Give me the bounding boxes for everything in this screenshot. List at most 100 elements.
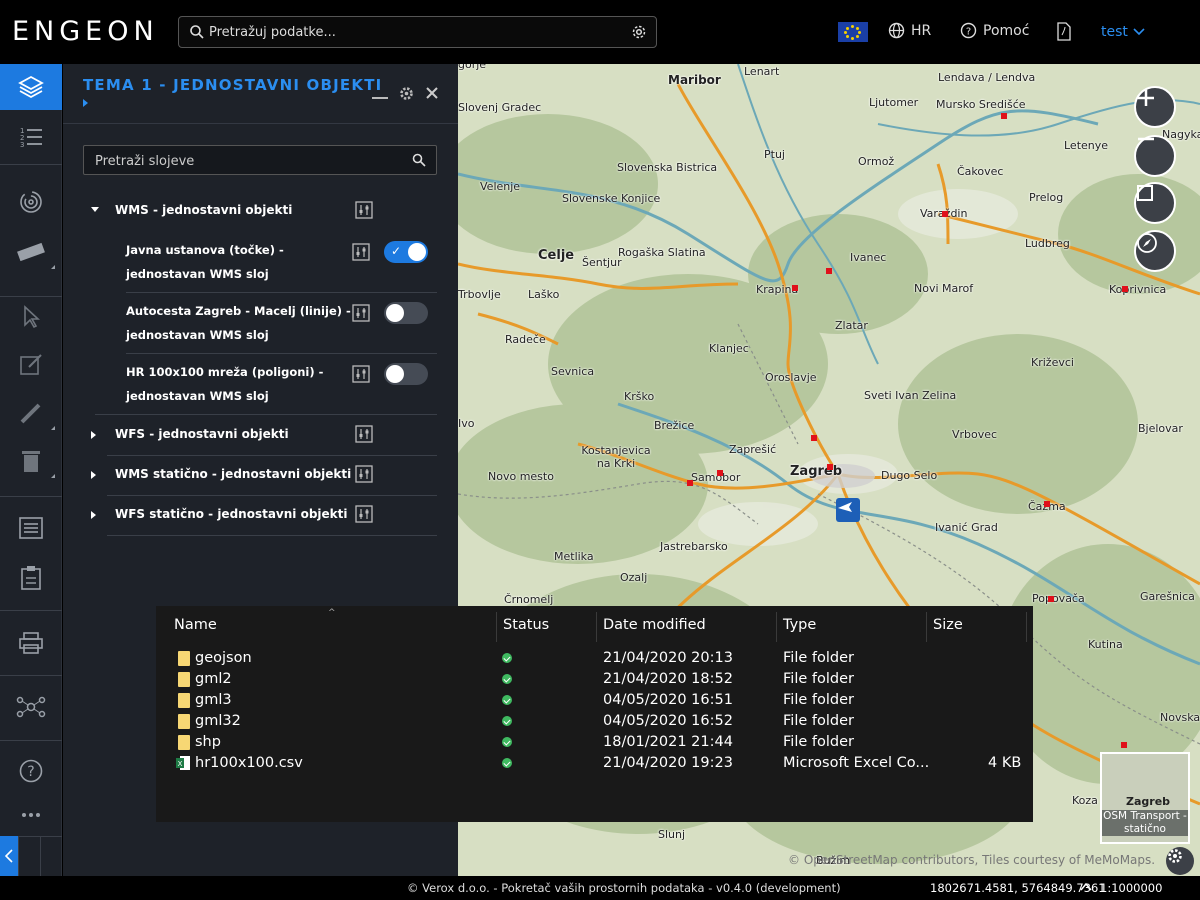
map-place-label: Samobor [691, 471, 741, 484]
layer-visibility-toggle[interactable] [384, 302, 428, 324]
measure-tool-button[interactable] [0, 229, 62, 275]
column-separator[interactable] [1026, 612, 1027, 642]
map-settings-button[interactable] [1166, 847, 1194, 875]
global-search-input[interactable]: Pretražuj podatke... [178, 16, 657, 48]
panel-expand-caret-icon[interactable] [83, 99, 88, 107]
legend-list-tool-button[interactable]: 123 [0, 114, 62, 160]
layer-settings-tune-icon[interactable] [352, 365, 370, 383]
app-logo[interactable]: ENGEON [12, 16, 159, 47]
layer-visibility-toggle[interactable]: ✓ [384, 241, 428, 263]
map-poi-marker[interactable] [1122, 286, 1128, 292]
column-header-date-modified[interactable]: Date modified [603, 617, 706, 633]
column-header-name[interactable]: Name [174, 617, 217, 633]
sort-ascending-icon: ^ [328, 608, 336, 618]
minimize-icon[interactable] [372, 96, 388, 100]
file-row[interactable]: geojson 21/04/2020 20:13 File folder [156, 648, 1033, 669]
map-poi-marker[interactable] [811, 435, 817, 441]
excel-file-icon: X [176, 756, 190, 770]
map-poi-marker[interactable] [792, 285, 798, 291]
panel-settings-gear-icon[interactable] [399, 86, 414, 101]
folder-icon [178, 672, 190, 687]
user-menu[interactable]: test [1101, 24, 1145, 40]
layer-settings-tune-icon[interactable] [355, 201, 373, 219]
file-row[interactable]: gml3 04/05/2020 16:51 File folder [156, 690, 1033, 711]
file-explorer-window[interactable]: ^ Name Status Date modified Type Size ge… [156, 606, 1033, 822]
sublayer-row[interactable]: Javna ustanova (točke) - jednostavan WMS… [126, 238, 437, 288]
map-poi-marker[interactable] [1121, 742, 1127, 748]
layer-group-wms[interactable]: WMS - jednostavni objekti [91, 191, 437, 231]
user-name: test [1101, 24, 1128, 40]
layer-settings-tune-icon[interactable] [355, 425, 373, 443]
column-separator[interactable] [596, 612, 597, 642]
airport-icon[interactable] [836, 498, 860, 522]
close-icon[interactable] [426, 87, 438, 99]
layer-group-wfs[interactable]: WFS - jednostavni objekti [91, 415, 437, 455]
more-tools-button[interactable] [0, 792, 62, 838]
attribute-table-tool-button[interactable] [0, 505, 62, 551]
plus-icon [1138, 90, 1154, 106]
print-tool-button[interactable] [0, 620, 62, 666]
layer-group-wms-static[interactable]: WMS statično - jednostavni objekti [91, 455, 437, 495]
caret-right-icon[interactable] [91, 431, 97, 439]
layer-visibility-toggle[interactable] [384, 363, 428, 385]
caret-down-icon[interactable] [91, 207, 99, 213]
map-scale[interactable]: 1:1000000 [1100, 881, 1162, 895]
caret-right-icon[interactable] [91, 511, 97, 519]
column-separator[interactable] [776, 612, 777, 642]
column-header-size[interactable]: Size [933, 617, 963, 633]
map-poi-marker[interactable] [1001, 113, 1007, 119]
map-poi-marker[interactable] [942, 211, 948, 217]
map-poi-marker[interactable] [1048, 596, 1054, 602]
map-poi-marker[interactable] [687, 480, 693, 486]
map-poi-marker[interactable] [1044, 501, 1050, 507]
file-row[interactable]: gml32 04/05/2020 16:52 File folder [156, 711, 1033, 732]
compass-button[interactable] [1134, 230, 1176, 272]
map-poi-marker[interactable] [827, 464, 833, 470]
layer-group-wfs-static[interactable]: WFS statično - jednostavni objekti [91, 495, 437, 535]
help-tool-button[interactable]: ? [0, 748, 62, 794]
zoom-extent-button[interactable] [1134, 182, 1176, 224]
file-row[interactable]: shp 18/01/2021 21:44 File folder [156, 732, 1033, 753]
map-place-label: Novi Marof [914, 282, 974, 295]
language-selector[interactable]: HR [888, 22, 931, 39]
pdf-document-icon[interactable] [1056, 22, 1072, 41]
map-poi-marker[interactable] [826, 268, 832, 274]
chevron-up-icon[interactable] [1080, 880, 1092, 894]
sublayer-row[interactable]: HR 100x100 mreža (poligoni) - jednostava… [126, 360, 437, 410]
edit-tool-button[interactable] [0, 342, 62, 388]
file-date: 21/04/2020 20:13 [603, 650, 733, 666]
layer-search-input[interactable]: Pretraži slojeve [83, 145, 437, 175]
help-button[interactable]: ? Pomoć [960, 22, 1029, 39]
layer-settings-tune-icon[interactable] [352, 243, 370, 261]
column-separator[interactable] [926, 612, 927, 642]
column-separator[interactable] [496, 612, 497, 642]
file-row[interactable]: X hr100x100.csv 21/04/2020 19:23 Microso… [156, 753, 1033, 774]
fingerprint-tool-button[interactable] [0, 179, 62, 225]
zoom-in-button[interactable] [1134, 86, 1176, 128]
map-attribution[interactable]: © OpenStreetMap contributors, Tiles cour… [788, 853, 1155, 867]
column-header-status[interactable]: Status [503, 617, 549, 633]
network-tool-button[interactable] [0, 684, 62, 730]
basemap-switcher[interactable]: Zagreb OSM Transport - statično [1100, 752, 1190, 844]
draw-tool-button[interactable] [0, 390, 62, 436]
delete-tool-button[interactable] [0, 438, 62, 484]
fingerprint-icon [20, 191, 42, 213]
caret-right-icon[interactable] [91, 471, 97, 479]
layer-settings-tune-icon[interactable] [355, 505, 373, 523]
layers-tool-button[interactable] [0, 64, 62, 110]
zoom-out-button[interactable] [1134, 135, 1176, 177]
file-row[interactable]: gml2 21/04/2020 18:52 File folder [156, 669, 1033, 690]
layer-group-label: WMS statično - jednostavni objekti [115, 467, 352, 481]
tasks-tool-button[interactable] [0, 555, 62, 601]
toggle-knob [408, 243, 426, 261]
map-poi-marker[interactable] [717, 470, 723, 476]
layer-settings-tune-icon[interactable] [352, 304, 370, 322]
layer-settings-tune-icon[interactable] [355, 465, 373, 483]
sublayer-row[interactable]: Autocesta Zagreb - Macelj (linije) - jed… [126, 299, 437, 349]
column-header-type[interactable]: Type [783, 617, 816, 633]
search-settings-gear-icon[interactable] [630, 23, 648, 41]
folder-icon [178, 651, 190, 666]
select-tool-button[interactable] [0, 294, 62, 340]
search-icon [412, 153, 426, 167]
collapse-sidebar-button[interactable] [0, 836, 18, 876]
